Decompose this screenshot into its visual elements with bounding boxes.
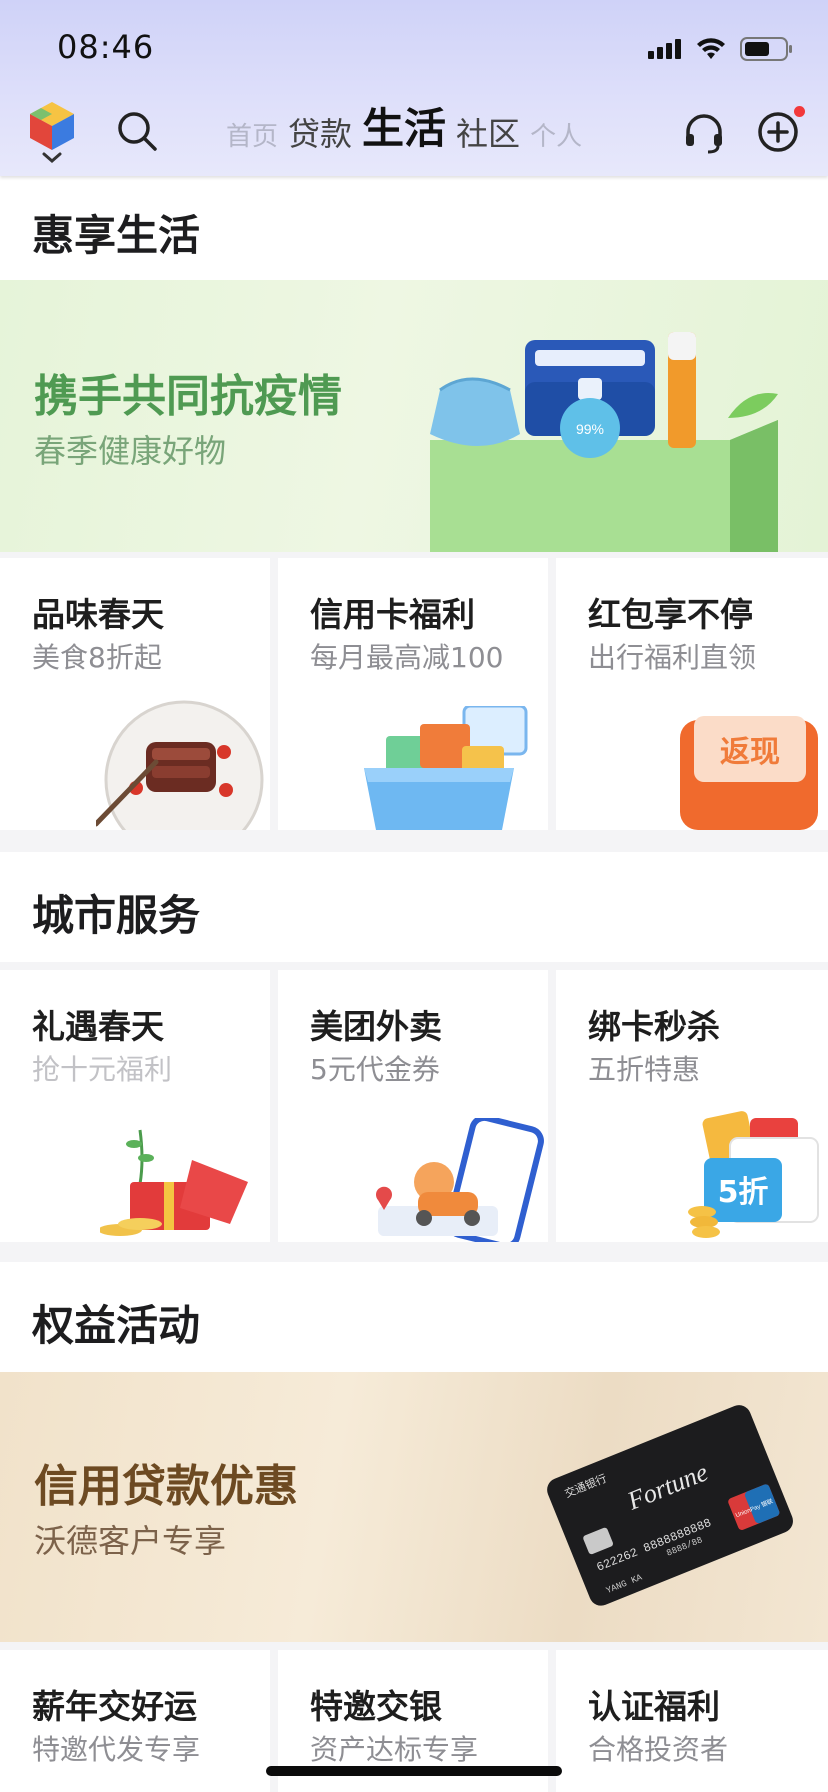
shopping-basket-illustration	[364, 706, 528, 830]
card-certified-benefit[interactable]: 认证福利 合格投资者	[556, 1650, 828, 1792]
tab-community[interactable]: 社区	[456, 118, 520, 150]
card-title: 信用卡福利	[310, 595, 475, 634]
card-red-envelope[interactable]: 红包享不停 出行福利直领 返现	[556, 558, 828, 830]
rights-banner-subtitle: 沃德客户专享	[34, 1522, 227, 1560]
rights-banner-title: 信用贷款优惠	[34, 1461, 298, 1512]
card-title: 品味春天	[32, 595, 164, 634]
section-title-rights: 权益活动	[32, 1301, 201, 1350]
rights-banner[interactable]: 信用贷款优惠 沃德客户专享 交通银行 Fortune 622262 888888…	[0, 1372, 828, 1642]
cashback-text: 返现	[720, 735, 780, 770]
card-title: 薪年交好运	[32, 1687, 197, 1726]
wifi-icon	[697, 38, 725, 59]
status-time: 08:46	[57, 28, 155, 66]
card-subtitle: 资产达标专享	[310, 1733, 479, 1766]
product-label-text: 99%	[576, 421, 604, 437]
card-meituan[interactable]: 美团外卖 5元代金券	[278, 970, 548, 1242]
card-new-year-luck[interactable]: 薪年交好运 特邀代发专享	[0, 1650, 270, 1792]
home-indicator[interactable]	[266, 1766, 562, 1776]
card-subtitle: 五折特惠	[588, 1053, 701, 1086]
card-subtitle: 出行福利直领	[588, 641, 757, 674]
top-header: 08:46 首页 贷款 生活 社区 个人	[0, 0, 828, 176]
section-title-city: 城市服务	[32, 891, 201, 940]
status-icons	[648, 34, 794, 64]
section-header-rights: 权益活动	[0, 1262, 828, 1372]
bank-card-illustration: 交通银行 Fortune 622262 8888888888 8888/88 Y…	[547, 1405, 793, 1606]
card-spring-food[interactable]: 品味春天 美食8折起	[0, 558, 270, 830]
card-subtitle: 美食8折起	[32, 641, 162, 674]
card-title: 绑卡秒杀	[588, 1007, 720, 1046]
tab-home[interactable]: 首页	[226, 124, 278, 150]
tab-loans[interactable]: 贷款	[288, 118, 352, 150]
cashback-envelope-illustration: 返现	[680, 716, 818, 830]
card-title: 美团外卖	[310, 1007, 442, 1046]
app-logo-icon[interactable]	[26, 100, 78, 166]
section-title-life: 惠享生活	[32, 211, 201, 260]
half-price-card-illustration: 5折	[688, 1111, 819, 1238]
life-banner[interactable]: 携手共同抗疫情 春季健康好物 99%	[0, 280, 828, 552]
life-banner-subtitle: 春季健康好物	[34, 432, 227, 470]
card-spring-gift[interactable]: 礼遇春天 抢十元福利	[0, 970, 270, 1242]
add-circle-icon[interactable]	[756, 110, 800, 154]
card-title: 认证福利	[588, 1687, 720, 1726]
tab-life[interactable]: 生活	[362, 108, 446, 150]
health-products-illustration: 99%	[430, 332, 778, 552]
delivery-phone-illustration	[376, 1118, 544, 1242]
life-banner-title: 携手共同抗疫情	[34, 371, 342, 422]
card-subtitle: 合格投资者	[588, 1733, 729, 1766]
gift-box-illustration	[100, 1129, 248, 1236]
battery-icon	[740, 37, 792, 61]
search-icon[interactable]	[116, 110, 158, 152]
card-credit-benefit[interactable]: 信用卡福利 每月最高减100	[278, 558, 548, 830]
card-subtitle: 抢十元福利	[32, 1053, 173, 1086]
card-subtitle: 每月最高减100	[310, 641, 504, 674]
steak-plate-illustration	[96, 700, 264, 830]
half-price-text: 5折	[718, 1175, 769, 1210]
section-header-life: 惠享生活	[0, 176, 828, 280]
tab-personal[interactable]: 个人	[530, 124, 582, 150]
card-title: 礼遇春天	[32, 1007, 164, 1046]
top-tabs: 首页 贷款 生活 社区 个人	[226, 108, 582, 151]
card-subtitle: 5元代金券	[310, 1053, 440, 1086]
section-header-city: 城市服务	[0, 852, 828, 962]
signal-icon	[648, 39, 681, 59]
card-bind-flash[interactable]: 绑卡秒杀 五折特惠 5折	[556, 970, 828, 1242]
card-title: 红包享不停	[588, 595, 753, 634]
card-title: 特邀交银	[310, 1687, 442, 1726]
notification-dot	[794, 106, 805, 117]
card-subtitle: 特邀代发专享	[32, 1733, 201, 1766]
headset-icon[interactable]	[682, 110, 726, 154]
